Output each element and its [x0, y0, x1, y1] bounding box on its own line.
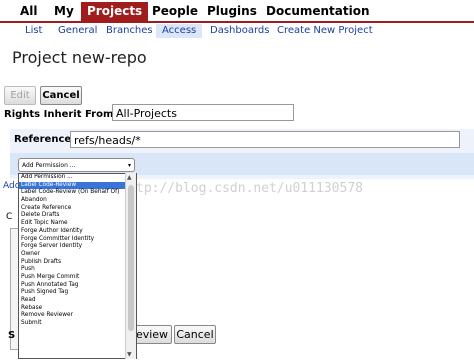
watermark: tp://blog.csdn.net/u011130578 — [136, 181, 363, 196]
dropdown-option[interactable]: Label Code-Review — [19, 181, 136, 190]
nav-projects[interactable]: Projects — [81, 2, 149, 22]
dropdown-option[interactable]: Label Code-Review (On Behalf Of) — [19, 189, 136, 197]
subnav-general[interactable]: General — [58, 25, 97, 36]
nav-my[interactable]: My — [54, 4, 74, 18]
dropdown-option[interactable]: Edit Topic Name — [19, 220, 136, 228]
subnav-dashboards[interactable]: Dashboards — [210, 25, 269, 36]
dropdown-option[interactable]: Forge Committer Identity — [19, 236, 136, 244]
dropdown-option[interactable]: Delete Drafts — [19, 212, 136, 220]
page-title: Project new-repo — [12, 48, 147, 67]
save-for-review-button[interactable]: eview — [132, 325, 172, 344]
cancel-button[interactable]: Cancel — [40, 86, 82, 105]
dropdown-option[interactable]: Forge Server Identity — [19, 243, 136, 251]
nav-all[interactable]: All — [20, 4, 38, 18]
scroll-down-icon[interactable]: ▼ — [127, 351, 132, 358]
reference-input[interactable]: refs/heads/* — [70, 131, 460, 148]
dropdown-option[interactable]: Rebase — [19, 305, 136, 313]
dropdown-scrollbar[interactable]: ▲ ▼ — [125, 173, 136, 359]
dropdown-option[interactable]: Push — [19, 266, 136, 274]
dropdown-option[interactable]: Abandon — [19, 197, 136, 205]
dropdown-option[interactable]: Remove Reviewer — [19, 312, 136, 320]
nav-documentation[interactable]: Documentation — [266, 4, 370, 18]
nav-plugins[interactable]: Plugins — [207, 4, 257, 18]
dropdown-option[interactable]: Read — [19, 297, 136, 305]
nav-people[interactable]: People — [152, 4, 198, 18]
rights-inherit-label: Rights Inherit From: — [4, 109, 118, 120]
dropdown-option[interactable]: Submit — [19, 320, 136, 328]
dropdown-option[interactable]: Push Merge Commit — [19, 274, 136, 282]
bottom-cancel-button[interactable]: Cancel — [174, 325, 216, 344]
subnav-list[interactable]: List — [25, 25, 42, 36]
chevron-down-icon: ▾ — [127, 162, 131, 169]
save-button-fragment[interactable]: S — [8, 330, 15, 341]
dropdown-option[interactable]: Forge Author Identity — [19, 228, 136, 236]
edit-button[interactable]: Edit — [4, 86, 36, 105]
section-label-fragment: C — [6, 212, 13, 222]
dropdown-option[interactable]: Create Reference — [19, 205, 136, 213]
dropdown-option[interactable]: Push Annotated Tag — [19, 282, 136, 290]
scrollbar-thumb[interactable] — [128, 185, 134, 331]
subnav-create-new-project[interactable]: Create New Project — [277, 25, 373, 36]
dropdown-option[interactable]: Publish Drafts — [19, 259, 136, 267]
dropdown-option[interactable]: Add Permission ... — [19, 174, 136, 182]
add-permission-dropdown: Add Permission ... Label Code-Review Label… — [18, 173, 137, 359]
add-permission-options: Add Permission ... Label Code-Review Label… — [19, 174, 136, 328]
top-nav: All My Projects People Plugins Documenta… — [0, 0, 474, 22]
scroll-up-icon[interactable]: ▲ — [127, 174, 132, 181]
dropdown-option[interactable]: Push Signed Tag — [19, 289, 136, 297]
sub-nav: List General Branches Access Dashboards … — [0, 21, 474, 41]
reference-label: Reference: — [14, 134, 76, 145]
add-permission-select[interactable]: Add Permission ... ▾ — [18, 158, 135, 172]
rights-inherit-input[interactable]: All-Projects — [112, 104, 294, 121]
add-permission-selected: Add Permission ... — [22, 162, 76, 169]
dropdown-option[interactable]: Owner — [19, 251, 136, 259]
subnav-access[interactable]: Access — [156, 24, 203, 38]
subnav-branches[interactable]: Branches — [106, 25, 153, 36]
